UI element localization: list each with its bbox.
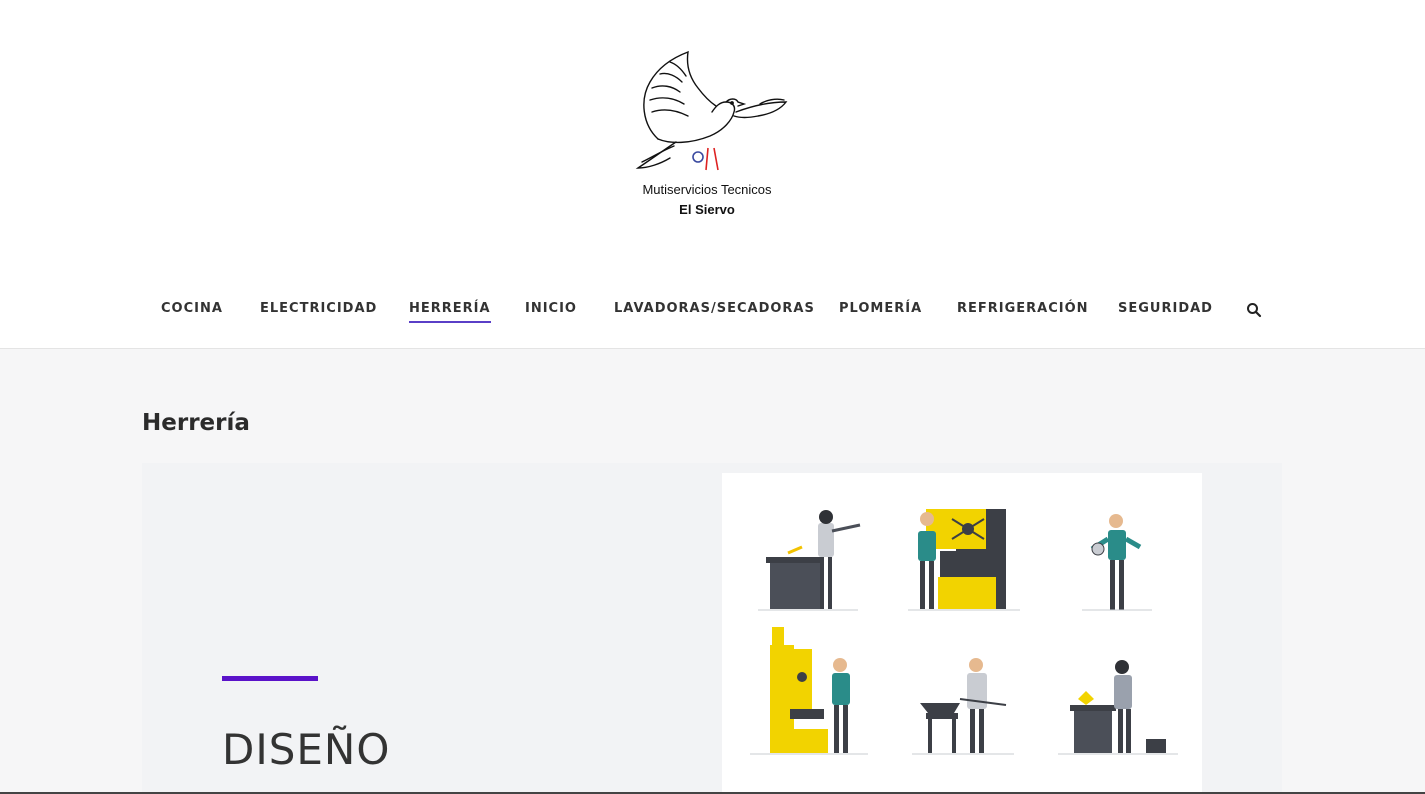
nav-item-electricidad[interactable]: ELECTRICIDAD: [260, 300, 377, 317]
nav-item-plomeria[interactable]: PLOMERÍA: [839, 300, 922, 317]
nav-item-herreria[interactable]: HERRERÍA: [409, 300, 491, 323]
search-icon: [1247, 303, 1262, 318]
search-button[interactable]: [1246, 302, 1262, 318]
nav-item-cocina[interactable]: COCINA: [161, 300, 223, 317]
nav-item-refrigeracion[interactable]: REFRIGERACIÓN: [957, 300, 1089, 317]
site-logo[interactable]: Mutiservicios Tecnicos El Siervo: [620, 44, 800, 224]
hero-card: DISEÑO: [142, 463, 1282, 794]
nav-item-lavadoras-secadoras[interactable]: LAVADORAS/SECADORAS: [614, 300, 815, 317]
logo-text-line2: El Siervo: [679, 202, 735, 217]
dove-logo-icon: [635, 50, 788, 171]
accent-bar: [222, 676, 318, 681]
blacksmith-illustration: [722, 473, 1202, 794]
site-header: Mutiservicios Tecnicos El Siervo COCINA …: [0, 0, 1425, 349]
nav-item-seguridad[interactable]: SEGURIDAD: [1118, 300, 1213, 317]
main-nav: COCINA ELECTRICIDAD HERRERÍA INICIO LAVA…: [0, 300, 1425, 324]
page-title: Herrería: [142, 410, 250, 436]
logo-text-line1: Mutiservicios Tecnicos: [642, 182, 772, 197]
workers-illustration-icon: [750, 509, 1178, 755]
nav-item-inicio[interactable]: INICIO: [525, 300, 577, 317]
hero-title: DISEÑO: [222, 725, 391, 774]
